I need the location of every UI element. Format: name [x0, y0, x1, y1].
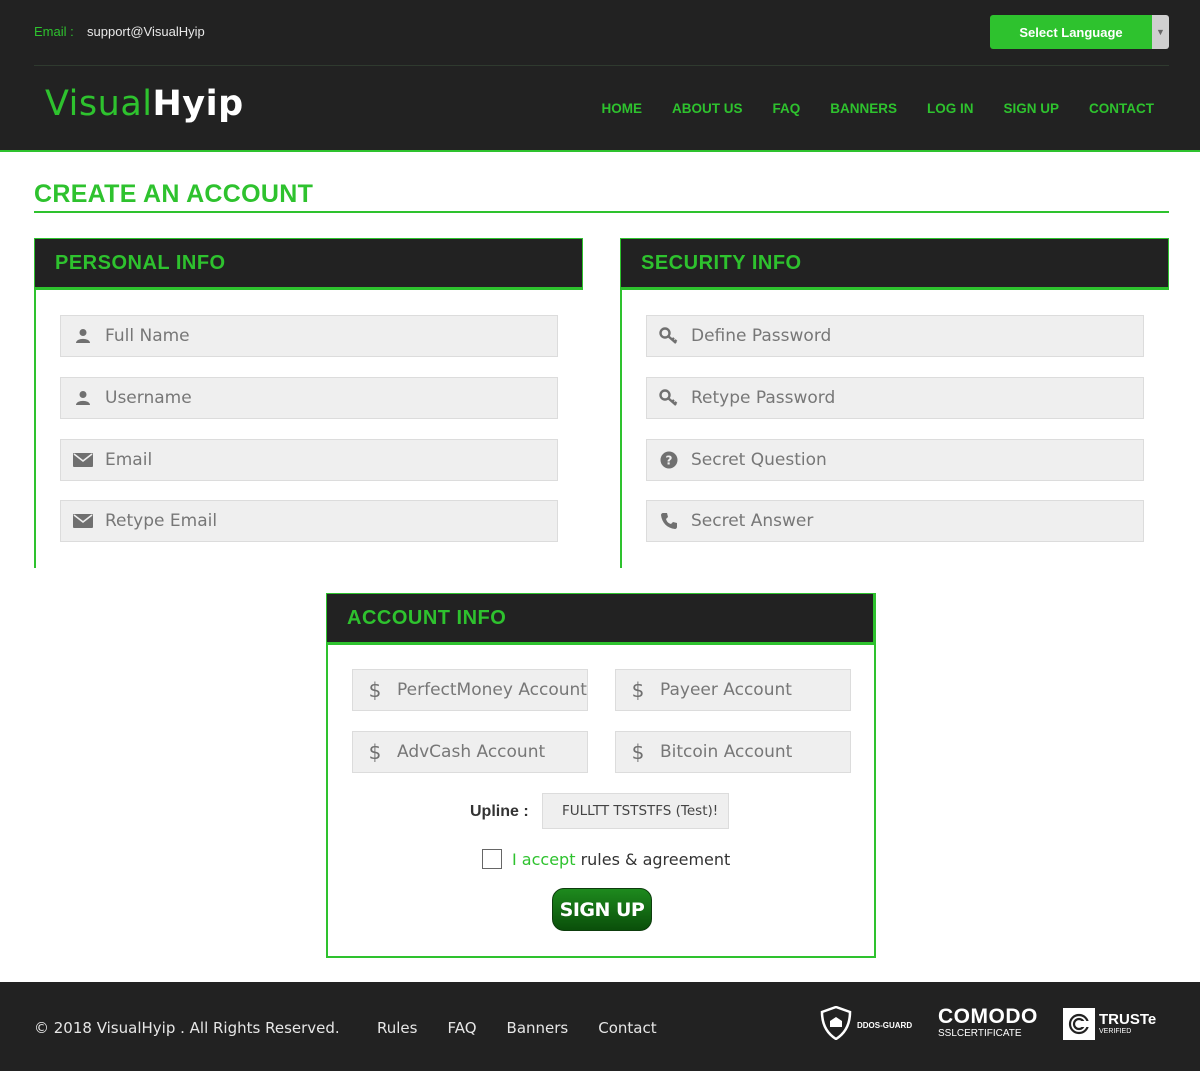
- nav-about-us[interactable]: ABOUT US: [672, 101, 743, 116]
- define-password-field[interactable]: Define Password: [646, 315, 1144, 357]
- shield-icon: [820, 1005, 852, 1045]
- truste-sublabel: VERIFIED: [1099, 1028, 1132, 1035]
- nav-contact[interactable]: CONTACT: [1089, 101, 1154, 116]
- sign-up-button[interactable]: SIGN UP: [552, 888, 652, 931]
- site-footer: © 2018 VisualHyip . All Rights Reserved.…: [0, 982, 1200, 1071]
- nav-faq[interactable]: FAQ: [772, 101, 800, 116]
- dollar-icon: $: [368, 740, 382, 764]
- question-circle-icon: ?: [647, 451, 691, 469]
- retype-password-placeholder: Retype Password: [691, 388, 836, 408]
- logo-part-hyip: Hyip: [152, 84, 244, 124]
- secret-answer-placeholder: Secret Answer: [691, 511, 814, 531]
- comodo-label: COMODO: [938, 1005, 1038, 1028]
- truste-logo-icon: [1063, 1008, 1095, 1040]
- site-logo[interactable]: VisualHyip: [45, 84, 244, 124]
- main-nav: HOME ABOUT US FAQ BANNERS LOG IN SIGN UP…: [601, 101, 1154, 116]
- support-email[interactable]: support@VisualHyip: [87, 24, 205, 39]
- comodo-sublabel: SSLCERTIFICATE: [938, 1028, 1022, 1039]
- nav-banners[interactable]: BANNERS: [830, 101, 897, 116]
- phone-icon: [647, 512, 691, 530]
- retype-email-field[interactable]: Retype Email: [60, 500, 558, 542]
- logo-part-visual: Visual: [45, 84, 153, 124]
- username-placeholder: Username: [105, 388, 192, 408]
- define-password-placeholder: Define Password: [691, 326, 832, 346]
- account-info-heading: ACCOUNT INFO: [326, 593, 874, 645]
- footer-links: Rules FAQ Banners Contact: [377, 1019, 657, 1037]
- dollar-icon: $: [631, 678, 645, 702]
- payeer-account-field[interactable]: $ Payeer Account: [615, 669, 851, 711]
- secret-question-field[interactable]: ? Secret Question: [646, 439, 1144, 481]
- advcash-placeholder: AdvCash Account: [397, 742, 546, 762]
- upline-value: FULLTT TSTSTFS (Test)!: [542, 793, 729, 829]
- email-placeholder: Email: [105, 450, 153, 470]
- email-label: Email :: [34, 24, 74, 39]
- ddos-guard-badge: DDOS-GUARD: [820, 1005, 913, 1045]
- nav-home[interactable]: HOME: [601, 101, 642, 116]
- key-icon: [647, 327, 691, 345]
- full-name-field[interactable]: Full Name: [60, 315, 558, 357]
- nav-log-in[interactable]: LOG IN: [927, 101, 974, 116]
- accept-terms-row: I accept rules & agreement: [482, 849, 730, 869]
- accept-terms-text: I accept rules & agreement: [512, 850, 730, 869]
- ddos-guard-label: DDOS-GUARD: [857, 1021, 913, 1030]
- footer-link-rules[interactable]: Rules: [377, 1019, 417, 1037]
- user-icon: [61, 328, 105, 344]
- accept-terms-link[interactable]: I accept: [512, 850, 575, 869]
- retype-password-field[interactable]: Retype Password: [646, 377, 1144, 419]
- svg-text:?: ?: [666, 454, 673, 468]
- top-bar: Email : support@VisualHyip Select Langua…: [34, 0, 1169, 66]
- payeer-placeholder: Payeer Account: [660, 680, 792, 700]
- email-field[interactable]: Email: [60, 439, 558, 481]
- accept-terms-suffix: rules & agreement: [575, 849, 731, 869]
- perfectmoney-placeholder: PerfectMoney Account: [397, 680, 587, 700]
- comodo-badge: COMODO SSLCERTIFICATE: [938, 1005, 1038, 1040]
- personal-info-panel: PERSONAL INFO Full Name Username Email R…: [34, 238, 583, 568]
- personal-info-heading: PERSONAL INFO: [34, 238, 583, 290]
- footer-link-faq[interactable]: FAQ: [447, 1019, 476, 1037]
- truste-text: TRUSTe VERIFIED: [1099, 1012, 1156, 1036]
- copyright-text: © 2018 VisualHyip . All Rights Reserved.: [34, 1019, 340, 1037]
- dollar-icon: $: [368, 678, 382, 702]
- truste-label: TRUSTe: [1099, 1011, 1157, 1028]
- chevron-down-icon: ▼: [1152, 15, 1169, 49]
- username-field[interactable]: Username: [60, 377, 558, 419]
- account-info-panel: ACCOUNT INFO $ PerfectMoney Account $ Pa…: [326, 593, 876, 958]
- upline-label: Upline :: [470, 803, 529, 820]
- bitcoin-account-field[interactable]: $ Bitcoin Account: [615, 731, 851, 773]
- full-name-placeholder: Full Name: [105, 326, 190, 346]
- security-info-heading: SECURITY INFO: [620, 238, 1169, 290]
- dollar-icon: $: [631, 740, 645, 764]
- footer-link-banners[interactable]: Banners: [507, 1019, 569, 1037]
- truste-badge: TRUSTe VERIFIED: [1063, 1008, 1156, 1040]
- advcash-account-field[interactable]: $ AdvCash Account: [352, 731, 588, 773]
- secret-question-placeholder: Secret Question: [691, 450, 827, 470]
- accept-terms-checkbox[interactable]: [482, 849, 502, 869]
- select-language-label: Select Language: [990, 15, 1152, 49]
- select-language-button[interactable]: Select Language ▼: [990, 15, 1169, 49]
- security-info-panel: SECURITY INFO Define Password Retype Pas…: [620, 238, 1169, 568]
- user-icon: [61, 390, 105, 406]
- envelope-icon: [61, 453, 105, 467]
- footer-link-contact[interactable]: Contact: [598, 1019, 656, 1037]
- nav-sign-up[interactable]: SIGN UP: [1003, 101, 1059, 116]
- secret-answer-field[interactable]: Secret Answer: [646, 500, 1144, 542]
- envelope-icon: [61, 514, 105, 528]
- site-header: Email : support@VisualHyip Select Langua…: [0, 0, 1200, 152]
- key-icon: [647, 389, 691, 407]
- bitcoin-placeholder: Bitcoin Account: [660, 742, 793, 762]
- retype-email-placeholder: Retype Email: [105, 511, 218, 531]
- page-title: CREATE AN ACCOUNT: [34, 180, 314, 208]
- title-divider: [34, 211, 1169, 213]
- perfectmoney-account-field[interactable]: $ PerfectMoney Account: [352, 669, 588, 711]
